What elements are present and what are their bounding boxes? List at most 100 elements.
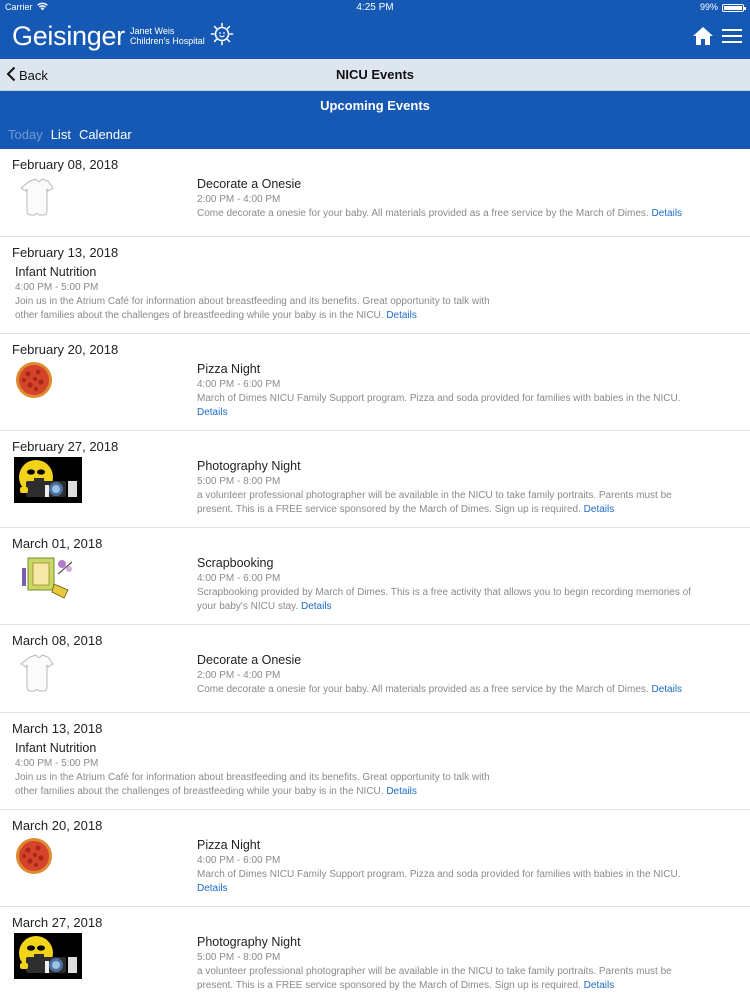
event-title: Infant Nutrition — [15, 741, 97, 755]
camera-smiley-image — [14, 933, 84, 983]
event-description-line2: present. This is a FREE service sponsore… — [197, 980, 581, 991]
event-title: Pizza Night — [197, 362, 261, 376]
event-date: February 08, 2018 — [12, 157, 119, 172]
details-link[interactable]: Details — [651, 208, 682, 219]
brand-subtitle-line2: Children's Hospital — [130, 36, 205, 46]
event-description: a volunteer professional photographer wi… — [197, 489, 737, 517]
details-link[interactable]: Details — [386, 310, 417, 321]
event-body: Pizza Night 4:00 PM - 6:00 PM March of D… — [197, 362, 737, 420]
event-title: Decorate a Onesie — [197, 177, 302, 191]
event-body: Infant Nutrition 4:00 PM - 5:00 PM Join … — [15, 741, 555, 799]
event-description: Scrapbooking provided by March of Dimes.… — [197, 586, 737, 614]
event-description-text: Come decorate a onesie for your baby. Al… — [197, 208, 649, 219]
event-body: Decorate a Onesie 2:00 PM - 4:00 PM Come… — [197, 177, 737, 221]
details-link[interactable]: Details — [386, 786, 417, 797]
hamburger-menu-icon[interactable] — [722, 28, 742, 44]
event-description-line1: a volunteer professional photographer wi… — [197, 966, 672, 977]
event-date: March 01, 2018 — [12, 536, 103, 551]
event-time: 4:00 PM - 6:00 PM — [197, 379, 281, 390]
event-description: Come decorate a onesie for your baby. Al… — [197, 207, 737, 221]
event-description-text: Come decorate a onesie for your baby. Al… — [197, 684, 649, 695]
event-date: February 27, 2018 — [12, 439, 119, 454]
event-item[interactable]: February 20, 2018 Pizza Night 4:00 PM - … — [0, 334, 750, 431]
event-time: 4:00 PM - 6:00 PM — [197, 573, 281, 584]
event-title: Scrapbooking — [197, 556, 274, 570]
tab-list[interactable]: List — [51, 127, 71, 142]
event-date: March 27, 2018 — [12, 915, 103, 930]
event-time: 2:00 PM - 4:00 PM — [197, 670, 281, 681]
event-title: Pizza Night — [197, 838, 261, 852]
event-description: Join us in the Atrium Café for informati… — [15, 771, 555, 799]
brand-subtitle-line1: Janet Weis — [130, 26, 175, 36]
event-description-text: March of Dimes NICU Family Support progr… — [197, 869, 681, 880]
event-body: Photography Night 5:00 PM - 8:00 PM a vo… — [197, 935, 737, 993]
event-description: March of Dimes NICU Family Support progr… — [197, 868, 737, 896]
event-description-line1: Join us in the Atrium Café for informati… — [15, 296, 490, 307]
battery-icon — [722, 4, 746, 12]
view-tabs: Today List Calendar — [8, 127, 132, 142]
clock: 4:25 PM — [356, 2, 394, 13]
event-time: 5:00 PM - 8:00 PM — [197, 476, 281, 487]
back-label: Back — [19, 67, 48, 83]
status-bar: Carrier 4:25 PM 99% — [0, 0, 750, 15]
geisinger-logo: Geisinger Janet Weis Children's Hospital — [12, 19, 234, 55]
event-description-line1: Join us in the Atrium Café for informati… — [15, 772, 490, 783]
event-list: February 08, 2018 Decorate a Onesie 2:00… — [0, 149, 750, 1000]
onesie-image — [14, 175, 84, 225]
event-time: 2:00 PM - 4:00 PM — [197, 194, 281, 205]
event-date: March 13, 2018 — [12, 721, 103, 736]
details-link[interactable]: Details — [197, 883, 228, 894]
details-link[interactable]: Details — [584, 504, 615, 515]
event-item[interactable]: February 08, 2018 Decorate a Onesie 2:00… — [0, 149, 750, 237]
navigation-bar: Back NICU Events — [0, 59, 750, 91]
app-header: Geisinger Janet Weis Children's Hospital — [0, 15, 750, 59]
event-description: a volunteer professional photographer wi… — [197, 965, 737, 993]
event-description-line1: Scrapbooking provided by March of Dimes.… — [197, 587, 691, 598]
event-time: 5:00 PM - 8:00 PM — [197, 952, 281, 963]
details-link[interactable]: Details — [301, 601, 332, 612]
event-title: Photography Night — [197, 459, 301, 473]
event-item[interactable]: March 13, 2018 Infant Nutrition 4:00 PM … — [0, 713, 750, 810]
chevron-left-icon — [6, 66, 16, 85]
pizza-image — [14, 360, 84, 410]
event-item[interactable]: March 27, 2018 Photography Night 5:00 PM… — [0, 907, 750, 1000]
event-body: Photography Night 5:00 PM - 8:00 PM a vo… — [197, 459, 737, 517]
battery-percentage: 99% — [699, 2, 718, 12]
event-body: Pizza Night 4:00 PM - 6:00 PM March of D… — [197, 838, 737, 896]
event-time: 4:00 PM - 5:00 PM — [15, 758, 99, 769]
home-icon[interactable] — [692, 25, 714, 47]
event-date: February 13, 2018 — [12, 245, 119, 260]
event-date: March 20, 2018 — [12, 818, 103, 833]
event-title: Decorate a Onesie — [197, 653, 302, 667]
event-item[interactable]: February 13, 2018 Infant Nutrition 4:00 … — [0, 237, 750, 334]
event-description: Come decorate a onesie for your baby. Al… — [197, 683, 737, 697]
tab-today[interactable]: Today — [8, 127, 43, 142]
event-body: Scrapbooking 4:00 PM - 6:00 PM Scrapbook… — [197, 556, 737, 614]
event-description-text: March of Dimes NICU Family Support progr… — [197, 393, 681, 404]
sun-logo-icon — [210, 22, 234, 51]
event-item[interactable]: March 08, 2018 Decorate a Onesie 2:00 PM… — [0, 625, 750, 713]
event-description-line2: your baby's NICU stay. — [197, 601, 299, 612]
event-item[interactable]: March 20, 2018 Pizza Night 4:00 PM - 6:0… — [0, 810, 750, 907]
scrapbook-image — [14, 554, 84, 604]
event-description-line2: other families about the challenges of b… — [15, 310, 384, 321]
event-title: Infant Nutrition — [15, 265, 97, 279]
event-description-line1: a volunteer professional photographer wi… — [197, 490, 672, 501]
event-body: Decorate a Onesie 2:00 PM - 4:00 PM Come… — [197, 653, 737, 697]
section-header: Upcoming Events Today List Calendar — [0, 91, 750, 149]
pizza-image — [14, 836, 84, 886]
event-item[interactable]: February 27, 2018 Photography Night 5:00… — [0, 431, 750, 528]
details-link[interactable]: Details — [651, 684, 682, 695]
camera-smiley-image — [14, 457, 84, 507]
event-item[interactable]: March 01, 2018 Scrapbooking 4:00 PM - 6:… — [0, 528, 750, 625]
back-button[interactable]: Back — [6, 65, 48, 85]
event-time: 4:00 PM - 6:00 PM — [197, 855, 281, 866]
details-link[interactable]: Details — [197, 407, 228, 418]
event-description: Join us in the Atrium Café for informati… — [15, 295, 555, 323]
brand-name: Geisinger — [12, 21, 125, 51]
event-description-line2: other families about the challenges of b… — [15, 786, 384, 797]
event-date: March 08, 2018 — [12, 633, 103, 648]
event-body: Infant Nutrition 4:00 PM - 5:00 PM Join … — [15, 265, 555, 323]
details-link[interactable]: Details — [584, 980, 615, 991]
tab-calendar[interactable]: Calendar — [79, 127, 132, 142]
